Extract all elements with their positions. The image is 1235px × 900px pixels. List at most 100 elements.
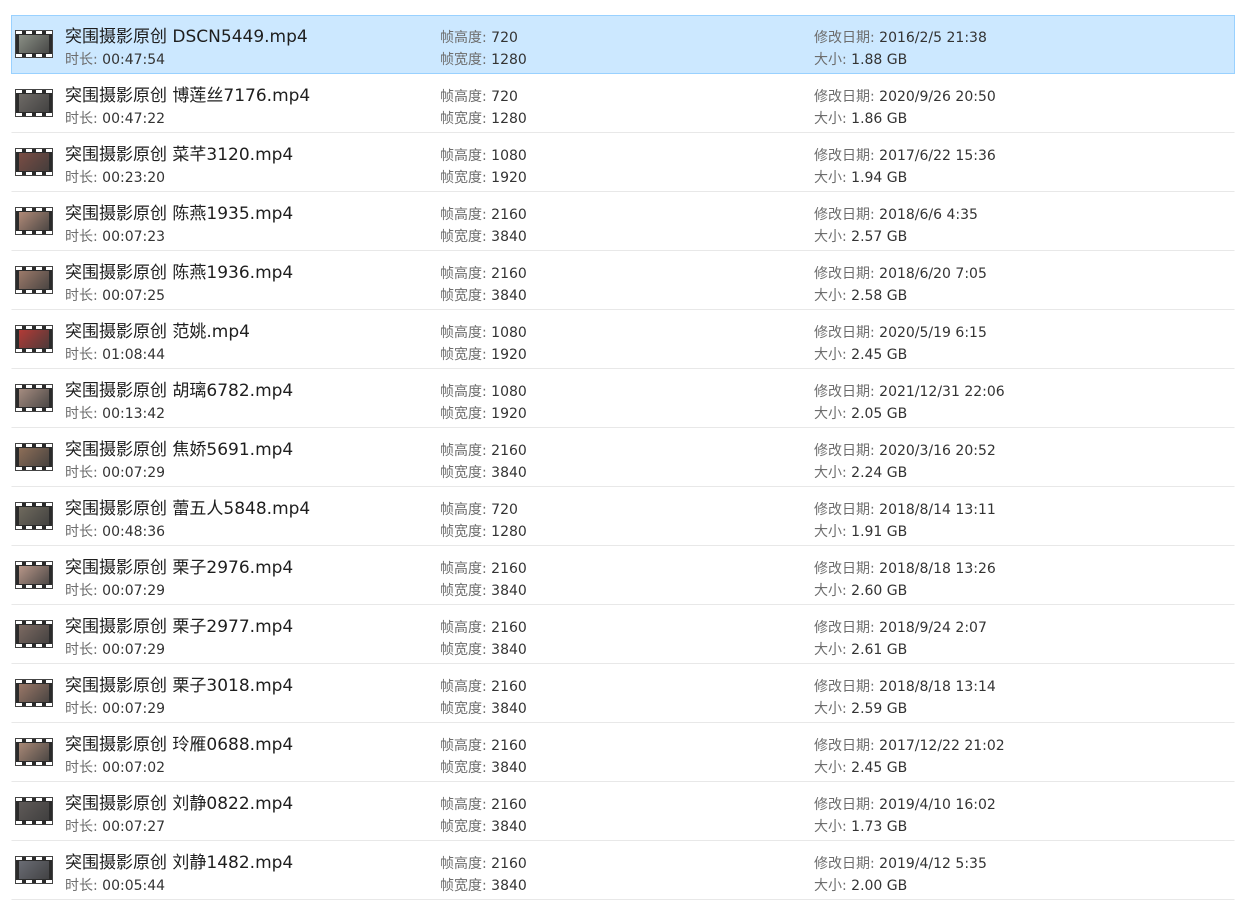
frame-height-value: 2160 <box>491 738 527 754</box>
modified-date-label: 修改日期: <box>814 443 880 459</box>
modified-date-label: 修改日期: <box>814 384 880 400</box>
file-size: 大小: 1.91 GB <box>814 521 907 541</box>
file-size-value: 1.91 GB <box>851 524 908 540</box>
video-thumbnail-icon <box>15 266 53 294</box>
frame-height-label: 帧高度: <box>440 325 492 341</box>
file-row[interactable]: 突围摄影原创 栗子3018.mp4 时长: 00:07:29 帧高度: 2160… <box>11 664 1235 723</box>
file-row[interactable]: 突围摄影原创 栗子2977.mp4 时长: 00:07:29 帧高度: 2160… <box>11 605 1235 664</box>
frame-height: 帧高度: 2160 <box>440 263 527 283</box>
duration: 时长: 00:07:29 <box>65 639 165 659</box>
frame-width-label: 帧宽度: <box>440 347 492 363</box>
modified-date-label: 修改日期: <box>814 207 880 223</box>
frame-height: 帧高度: 2160 <box>440 617 527 637</box>
duration-value: 00:07:29 <box>102 583 166 599</box>
frame-width: 帧宽度: 3840 <box>440 757 527 777</box>
file-size: 大小: 1.73 GB <box>814 816 907 836</box>
duration: 时长: 00:07:25 <box>65 285 165 305</box>
video-thumbnail-icon <box>15 148 53 176</box>
modified-date-value: 2018/8/18 13:14 <box>879 679 996 695</box>
file-row[interactable]: 突围摄影原创 博莲丝7176.mp4 时长: 00:47:22 帧高度: 720… <box>11 74 1235 133</box>
video-thumbnail-icon <box>15 30 53 58</box>
modified-date: 修改日期: 2016/2/5 21:38 <box>814 27 987 47</box>
file-name: 突围摄影原创 焦娇5691.mp4 <box>65 440 294 460</box>
duration: 时长: 01:08:44 <box>65 344 165 364</box>
file-size-label: 大小: <box>814 878 852 894</box>
duration-value: 00:07:02 <box>102 760 166 776</box>
file-row[interactable]: 突围摄影原创 刘静1482.mp4 时长: 00:05:44 帧高度: 2160… <box>11 841 1235 900</box>
modified-date-label: 修改日期: <box>814 856 880 872</box>
file-size: 大小: 2.00 GB <box>814 875 907 895</box>
file-size-label: 大小: <box>814 347 852 363</box>
modified-date-label: 修改日期: <box>814 325 880 341</box>
modified-date-value: 2019/4/10 16:02 <box>879 797 996 813</box>
file-size: 大小: 2.61 GB <box>814 639 907 659</box>
modified-date: 修改日期: 2020/3/16 20:52 <box>814 440 996 460</box>
duration-value: 00:47:54 <box>102 52 166 68</box>
modified-date: 修改日期: 2018/8/18 13:14 <box>814 676 996 696</box>
file-row[interactable]: 突围摄影原创 范姚.mp4 时长: 01:08:44 帧高度: 1080 帧宽度… <box>11 310 1235 369</box>
duration-label: 时长: <box>65 819 103 835</box>
file-row[interactable]: 突围摄影原创 刘静0822.mp4 时长: 00:07:27 帧高度: 2160… <box>11 782 1235 841</box>
frame-height-value: 2160 <box>491 856 527 872</box>
file-row[interactable]: 突围摄影原创 蕾五人5848.mp4 时长: 00:48:36 帧高度: 720… <box>11 487 1235 546</box>
frame-width: 帧宽度: 3840 <box>440 698 527 718</box>
modified-date-value: 2018/6/20 7:05 <box>879 266 987 282</box>
frame-width-label: 帧宽度: <box>440 170 492 186</box>
frame-width-label: 帧宽度: <box>440 819 492 835</box>
duration-value: 00:07:29 <box>102 465 166 481</box>
file-name: 突围摄影原创 范姚.mp4 <box>65 322 250 342</box>
frame-height-value: 2160 <box>491 797 527 813</box>
file-name: 突围摄影原创 蕾五人5848.mp4 <box>65 499 311 519</box>
modified-date: 修改日期: 2018/8/14 13:11 <box>814 499 996 519</box>
video-thumbnail-icon <box>15 207 53 235</box>
modified-date: 修改日期: 2018/8/18 13:26 <box>814 558 996 578</box>
file-size: 大小: 1.94 GB <box>814 167 907 187</box>
modified-date-label: 修改日期: <box>814 797 880 813</box>
frame-height: 帧高度: 2160 <box>440 558 527 578</box>
duration-label: 时长: <box>65 701 103 717</box>
file-size: 大小: 1.86 GB <box>814 108 907 128</box>
duration-label: 时长: <box>65 170 103 186</box>
file-row[interactable]: 突围摄影原创 DSCN5449.mp4 时长: 00:47:54 帧高度: 72… <box>11 15 1235 74</box>
file-row[interactable]: 突围摄影原创 玲雁0688.mp4 时长: 00:07:02 帧高度: 2160… <box>11 723 1235 782</box>
modified-date-value: 2018/8/18 13:26 <box>879 561 996 577</box>
file-row[interactable]: 突围摄影原创 胡璃6782.mp4 时长: 00:13:42 帧高度: 1080… <box>11 369 1235 428</box>
duration: 时长: 00:05:44 <box>65 875 165 895</box>
frame-width-label: 帧宽度: <box>440 583 492 599</box>
modified-date-label: 修改日期: <box>814 620 880 636</box>
modified-date: 修改日期: 2018/9/24 2:07 <box>814 617 987 637</box>
frame-height-label: 帧高度: <box>440 266 492 282</box>
frame-height-label: 帧高度: <box>440 207 492 223</box>
file-size-value: 2.59 GB <box>851 701 908 717</box>
file-row[interactable]: 突围摄影原创 栗子2976.mp4 时长: 00:07:29 帧高度: 2160… <box>11 546 1235 605</box>
frame-width: 帧宽度: 3840 <box>440 462 527 482</box>
frame-height-label: 帧高度: <box>440 620 492 636</box>
file-row[interactable]: 突围摄影原创 菜芊3120.mp4 时长: 00:23:20 帧高度: 1080… <box>11 133 1235 192</box>
frame-width-label: 帧宽度: <box>440 878 492 894</box>
file-size: 大小: 2.45 GB <box>814 757 907 777</box>
frame-width: 帧宽度: 1920 <box>440 403 527 423</box>
modified-date: 修改日期: 2017/6/22 15:36 <box>814 145 996 165</box>
frame-height-value: 2160 <box>491 561 527 577</box>
frame-width: 帧宽度: 1920 <box>440 167 527 187</box>
frame-width-value: 1920 <box>491 406 527 422</box>
video-thumbnail-icon <box>15 502 53 530</box>
duration-value: 00:07:29 <box>102 642 166 658</box>
duration-label: 时长: <box>65 229 103 245</box>
video-thumbnail-icon <box>15 679 53 707</box>
file-size-value: 2.05 GB <box>851 406 908 422</box>
video-thumbnail-icon <box>15 325 53 353</box>
file-row[interactable]: 突围摄影原创 陈燕1935.mp4 时长: 00:07:23 帧高度: 2160… <box>11 192 1235 251</box>
file-size-label: 大小: <box>814 406 852 422</box>
duration-label: 时长: <box>65 347 103 363</box>
modified-date: 修改日期: 2018/6/20 7:05 <box>814 263 987 283</box>
frame-width: 帧宽度: 3840 <box>440 875 527 895</box>
modified-date-label: 修改日期: <box>814 561 880 577</box>
file-name: 突围摄影原创 菜芊3120.mp4 <box>65 145 294 165</box>
frame-height: 帧高度: 2160 <box>440 204 527 224</box>
file-size-value: 2.45 GB <box>851 760 908 776</box>
file-row[interactable]: 突围摄影原创 陈燕1936.mp4 时长: 00:07:25 帧高度: 2160… <box>11 251 1235 310</box>
modified-date-value: 2020/9/26 20:50 <box>879 89 996 105</box>
frame-width: 帧宽度: 3840 <box>440 285 527 305</box>
file-row[interactable]: 突围摄影原创 焦娇5691.mp4 时长: 00:07:29 帧高度: 2160… <box>11 428 1235 487</box>
